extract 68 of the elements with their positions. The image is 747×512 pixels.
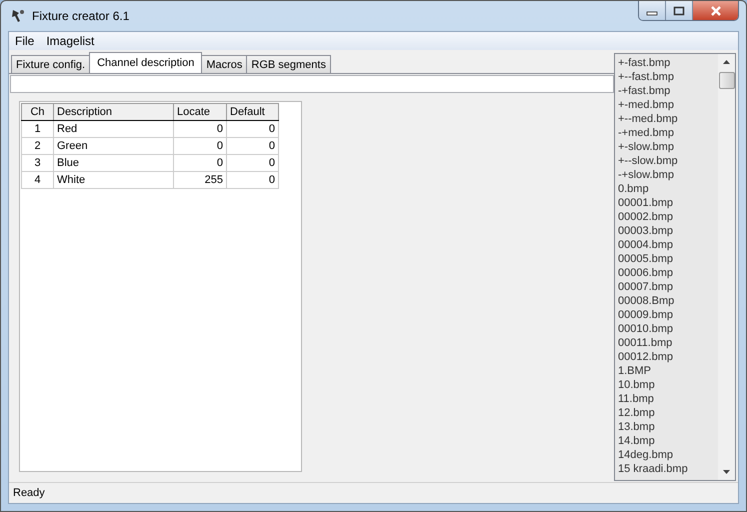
list-item[interactable]: 00012.bmp <box>618 350 718 364</box>
table-cell: 0 <box>226 172 278 188</box>
list-item[interactable]: -+med.bmp <box>618 126 718 140</box>
close-icon <box>710 6 722 16</box>
list-item[interactable]: 00006.bmp <box>618 266 718 280</box>
list-item[interactable]: +-med.bmp <box>618 98 718 112</box>
list-item[interactable]: 00010.bmp <box>618 322 718 336</box>
table-cell: Green <box>54 138 174 154</box>
maximize-button[interactable] <box>666 1 693 20</box>
table-cell: Blue <box>54 154 174 172</box>
list-item[interactable]: -+fast.bmp <box>618 84 718 98</box>
list-item[interactable]: 14.bmp <box>618 434 718 448</box>
list-item[interactable]: 14deg.bmp <box>618 448 718 462</box>
list-item[interactable]: 00005.bmp <box>618 252 718 266</box>
list-item[interactable]: 00004.bmp <box>618 238 718 252</box>
list-item[interactable]: 00003.bmp <box>618 224 718 238</box>
tab[interactable]: Fixture config. <box>11 55 90 73</box>
table-cell: Red <box>54 120 174 138</box>
table-cell: 255 <box>174 172 226 188</box>
list-item[interactable]: 15 kraadi.bmp <box>618 462 718 476</box>
maximize-icon <box>673 6 685 16</box>
list-item[interactable]: 00008.Bmp <box>618 294 718 308</box>
list-item[interactable]: +-slow.bmp <box>618 140 718 154</box>
list-item[interactable]: 00009.bmp <box>618 308 718 322</box>
list-item[interactable]: 00007.bmp <box>618 280 718 294</box>
list-item[interactable]: 0.bmp <box>618 182 718 196</box>
list-item[interactable]: 00001.bmp <box>618 196 718 210</box>
list-item[interactable]: 11.bmp <box>618 392 718 406</box>
list-item[interactable]: +--fast.bmp <box>618 70 718 84</box>
table-cell: 0 <box>226 120 278 138</box>
tab[interactable]: RGB segments <box>246 55 331 73</box>
scroll-down-icon[interactable] <box>723 470 730 474</box>
tab[interactable]: Macros <box>201 55 248 73</box>
table-cell: 4 <box>22 172 54 188</box>
minimize-button[interactable] <box>639 1 666 20</box>
table-cell: 0 <box>226 138 278 154</box>
list-item[interactable]: 1.BMP <box>618 364 718 378</box>
list-item[interactable]: 12.bmp <box>618 406 718 420</box>
column-header[interactable]: Default <box>226 104 278 120</box>
table-cell: 0 <box>174 120 226 138</box>
scrollbar-thumb[interactable] <box>718 72 734 89</box>
list-item[interactable]: 13.bmp <box>618 420 718 434</box>
list-item[interactable]: 00002.bmp <box>618 210 718 224</box>
menu-item[interactable]: Imagelist <box>46 34 94 48</box>
table-cell: 1 <box>22 120 54 138</box>
app-icon <box>10 8 26 24</box>
column-header[interactable]: Ch <box>22 104 54 120</box>
list-item[interactable]: 10.bmp <box>618 378 718 392</box>
status-text: Ready <box>13 487 45 499</box>
tab[interactable]: Channel description <box>89 52 202 73</box>
list-item[interactable]: -+slow.bmp <box>618 168 718 182</box>
window-title: Fixture creator 6.1 <box>32 9 130 23</box>
table-cell: 0 <box>174 138 226 154</box>
list-item[interactable]: +-fast.bmp <box>618 56 718 70</box>
table-cell: White <box>54 172 174 188</box>
list-item[interactable]: +--slow.bmp <box>618 154 718 168</box>
scroll-up-icon[interactable] <box>723 60 730 64</box>
list-item[interactable]: 00011.bmp <box>618 336 718 350</box>
column-header[interactable]: Locate <box>174 104 226 120</box>
close-button[interactable] <box>693 1 738 20</box>
table-cell: 2 <box>22 138 54 154</box>
list-item[interactable]: +--med.bmp <box>618 112 718 126</box>
column-header[interactable]: Description <box>54 104 174 120</box>
table-cell: 3 <box>22 154 54 172</box>
table-cell: 0 <box>174 154 226 172</box>
menu-item[interactable]: File <box>15 34 34 48</box>
input-field[interactable] <box>10 75 614 93</box>
table-cell: 0 <box>226 154 278 172</box>
